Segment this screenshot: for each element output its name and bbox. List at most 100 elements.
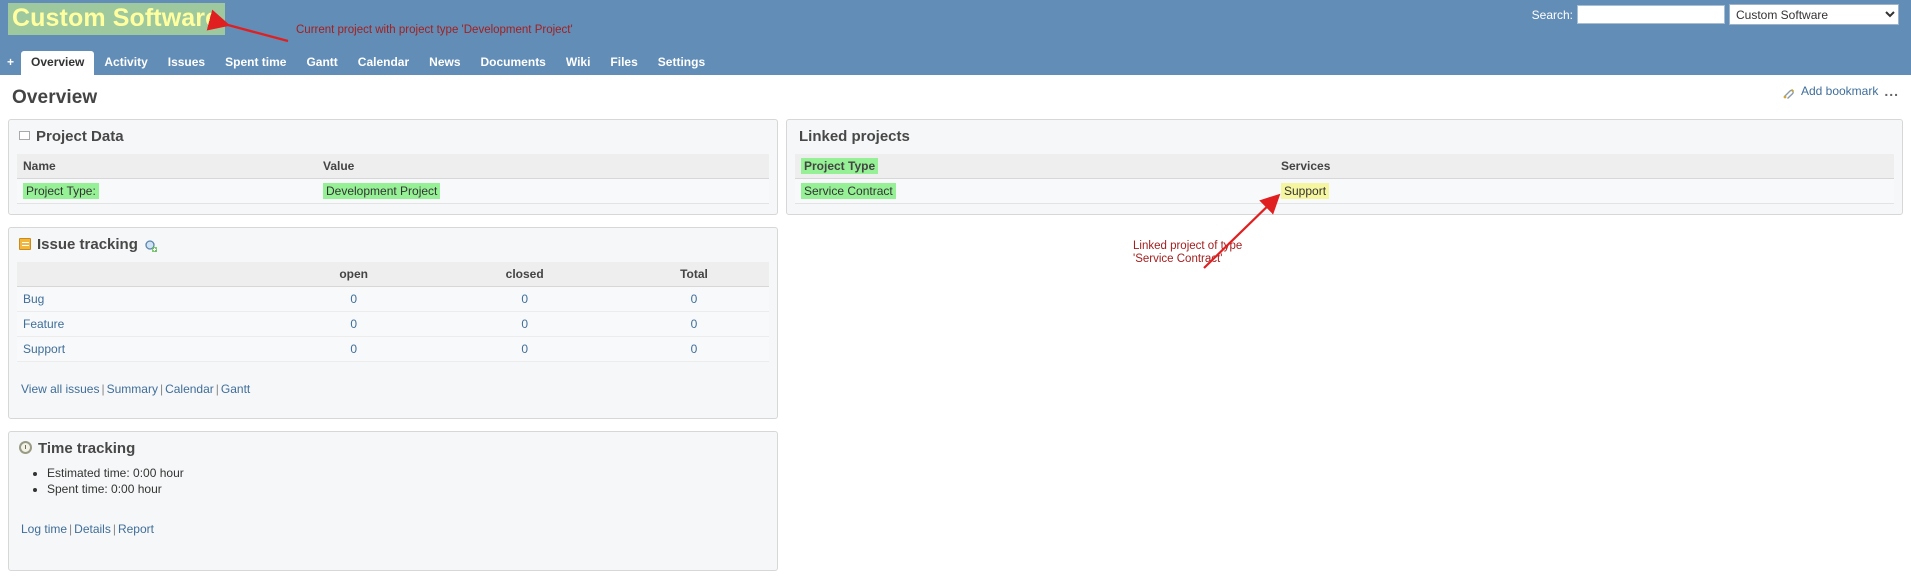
tab-documents[interactable]: Documents	[471, 51, 556, 75]
menu-li: Gantt	[296, 51, 347, 75]
table-header-row: Name Value	[17, 154, 769, 179]
separator: |	[101, 382, 105, 396]
main-menu-list: + Overview Activity Issues Spent time Ga…	[0, 51, 1911, 75]
separator: |	[215, 382, 219, 396]
cell-tracker: Bug	[17, 286, 277, 312]
linked-projects-thead: Project Type Services	[795, 154, 1894, 179]
issue-tracking-thead: open closed Total	[17, 262, 769, 287]
total-count-support[interactable]: 0	[691, 342, 698, 356]
cell-open: 0	[277, 336, 431, 362]
linked-projects-title: Linked projects	[799, 128, 910, 145]
tab-wiki[interactable]: Wiki	[556, 51, 601, 75]
report-link[interactable]: Report	[118, 522, 154, 536]
tracker-link-bug[interactable]: Bug	[23, 292, 44, 306]
table-header-row: Project Type Services	[795, 154, 1894, 179]
total-count-bug[interactable]: 0	[691, 292, 698, 306]
issue-tracking-tbody: Bug 0 0 0 Feature 0 0 0 Support 0 0 0	[17, 286, 769, 362]
summary-link[interactable]: Summary	[107, 382, 158, 396]
tab-files[interactable]: Files	[600, 51, 647, 75]
issue-tracking-title-row: Issue tracking	[17, 236, 769, 253]
tracker-link-feature[interactable]: Feature	[23, 317, 64, 331]
menu-li: +	[0, 51, 21, 75]
closed-count-feature[interactable]: 0	[521, 317, 528, 331]
tracker-link-support[interactable]: Support	[23, 342, 65, 356]
more-actions-icon[interactable]: ...	[1884, 83, 1899, 99]
log-time-link[interactable]: Log time	[21, 522, 67, 536]
annotation-linked-project: Linked project of type 'Service Contract…	[1133, 240, 1243, 265]
tab-add[interactable]: +	[0, 51, 21, 75]
list-item-estimated-time: Estimated time: 0:00 hour	[47, 466, 769, 480]
col-closed: closed	[430, 262, 619, 287]
closed-count-bug[interactable]: 0	[521, 292, 528, 306]
open-count-support[interactable]: 0	[350, 342, 357, 356]
col-project-type-label: Project Type	[801, 158, 879, 174]
project-data-panel: Project Data Name Value Project Type: De…	[8, 119, 778, 215]
col-name: Name	[17, 154, 317, 179]
project-data-tbody: Project Type: Development Project	[17, 178, 769, 204]
table-row: Project Type: Development Project	[17, 178, 769, 204]
issue-filter-icon[interactable]	[144, 239, 158, 253]
total-count-feature[interactable]: 0	[691, 317, 698, 331]
issue-tracking-icon	[19, 237, 31, 250]
table-row: Bug 0 0 0	[17, 286, 769, 312]
cell-total: 0	[618, 311, 769, 337]
tab-spent-time[interactable]: Spent time	[215, 51, 296, 75]
page-title-banner: Custom Software	[8, 3, 226, 35]
project-data-thead: Name Value	[17, 154, 769, 179]
project-type-value: Development Project	[323, 183, 441, 199]
top-header-bar: Custom Software Search: Custom Software	[0, 0, 1911, 51]
time-tracking-title-row: Time tracking	[17, 440, 769, 457]
tab-issues[interactable]: Issues	[158, 51, 215, 75]
linked-project-name: Service Contract	[801, 183, 896, 199]
cell-closed: 0	[430, 311, 619, 337]
cell-project-type: Service Contract	[795, 178, 1275, 204]
view-all-issues-link[interactable]: View all issues	[21, 382, 99, 396]
tab-gantt[interactable]: Gantt	[296, 51, 347, 75]
tab-activity[interactable]: Activity	[94, 51, 157, 75]
time-tracking-panel: Time tracking Estimated time: 0:00 hour …	[8, 431, 778, 571]
page-content: Add bookmark ... Overview Project Data N…	[0, 75, 1911, 571]
details-link[interactable]: Details	[74, 522, 111, 536]
tab-settings[interactable]: Settings	[648, 51, 715, 75]
table-row: Feature 0 0 0	[17, 311, 769, 337]
list-item-spent-time: Spent time: 0:00 hour	[47, 482, 769, 496]
menu-li: Documents	[471, 51, 556, 75]
cell-services: Support	[1275, 178, 1894, 204]
col-open: open	[277, 262, 431, 287]
open-count-bug[interactable]: 0	[350, 292, 357, 306]
contextual-actions: Add bookmark ...	[1782, 83, 1899, 99]
add-bookmark-link[interactable]: Add bookmark	[1801, 84, 1878, 98]
project-data-icon	[19, 131, 30, 140]
project-data-table: Name Value Project Type: Development Pro…	[17, 154, 769, 204]
project-scope-select[interactable]: Custom Software	[1729, 4, 1899, 25]
gantt-link[interactable]: Gantt	[221, 382, 250, 396]
cell-total: 0	[618, 286, 769, 312]
menu-li: Spent time	[215, 51, 296, 75]
closed-count-support[interactable]: 0	[521, 342, 528, 356]
bookmark-icon	[1782, 87, 1795, 100]
linked-project-service: Support	[1281, 183, 1330, 199]
project-type-label: Project Type:	[23, 183, 99, 199]
linked-projects-panel: Linked projects Project Type Services Se…	[786, 119, 1903, 215]
search-input[interactable]	[1577, 5, 1725, 24]
quick-search: Search: Custom Software	[1532, 4, 1899, 25]
time-tracking-list: Estimated time: 0:00 hour Spent time: 0:…	[17, 466, 769, 496]
calendar-link[interactable]: Calendar	[165, 382, 214, 396]
cell-closed: 0	[430, 336, 619, 362]
tab-overview[interactable]: Overview	[21, 51, 95, 75]
cell-closed: 0	[430, 286, 619, 312]
table-header-row: open closed Total	[17, 262, 769, 287]
col-tracker	[17, 262, 277, 287]
issue-tracking-title: Issue tracking	[37, 236, 138, 253]
col-project-type: Project Type	[795, 154, 1275, 179]
left-column: Project Data Name Value Project Type: De…	[8, 119, 778, 583]
cell-value: Development Project	[317, 178, 769, 204]
cell-tracker: Feature	[17, 311, 277, 337]
tab-calendar[interactable]: Calendar	[348, 51, 419, 75]
tab-news[interactable]: News	[419, 51, 470, 75]
col-value: Value	[317, 154, 769, 179]
annotation-current-project: Current project with project type 'Devel…	[296, 24, 573, 36]
main-menu-bar: + Overview Activity Issues Spent time Ga…	[0, 51, 1911, 75]
issue-tracking-table: open closed Total Bug 0 0 0 Feature 0 0 …	[17, 262, 769, 362]
open-count-feature[interactable]: 0	[350, 317, 357, 331]
